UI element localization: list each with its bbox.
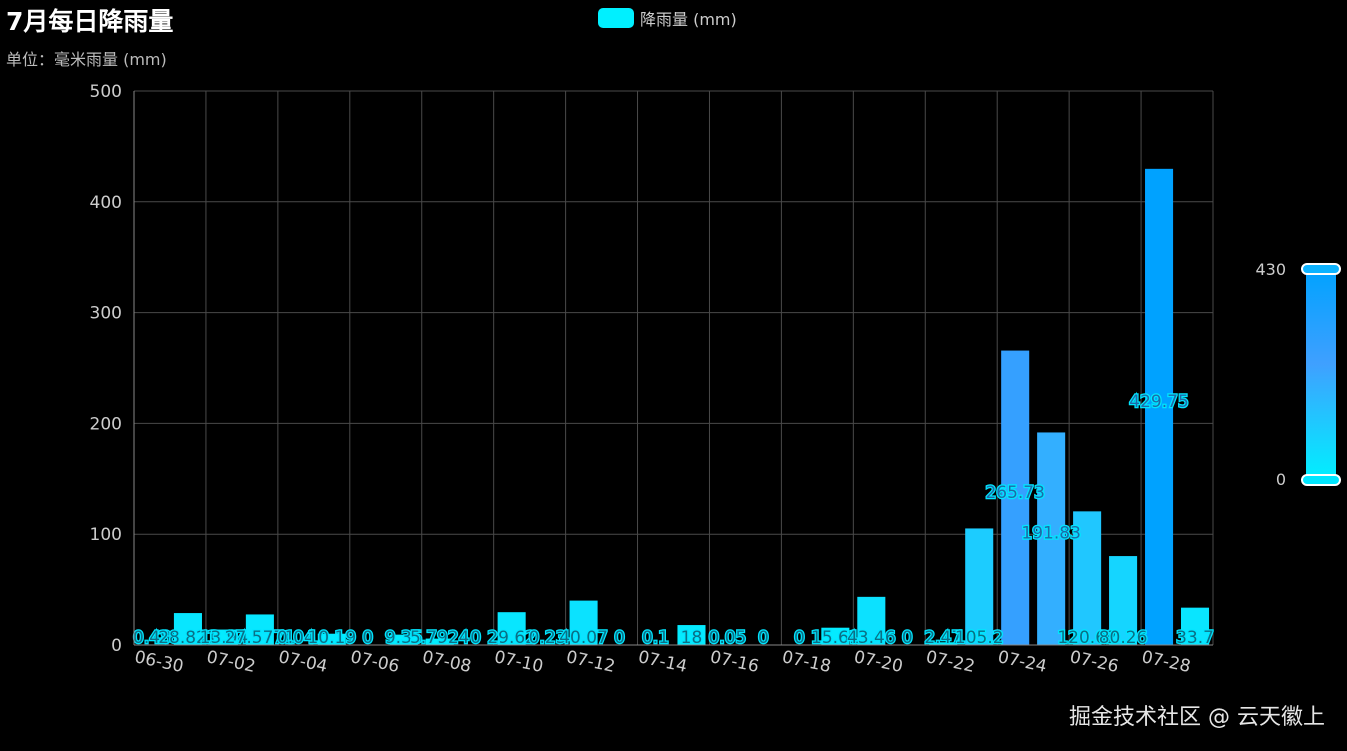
x-tick-label: 06-30 [133, 647, 185, 677]
bar-label: 429.75 [1129, 392, 1188, 412]
x-tick-label: 07-18 [780, 647, 832, 677]
bar-label: 265.73 [985, 483, 1044, 503]
y-tick-label: 0 [111, 636, 122, 656]
y-tick-label: 400 [90, 193, 122, 213]
bar-label: 191.83 [1021, 524, 1080, 544]
x-tick-label: 07-04 [277, 647, 329, 677]
x-tick-label: 07-28 [1140, 647, 1192, 677]
x-tick-label: 07-12 [564, 647, 616, 677]
x-tick-label: 07-26 [1068, 647, 1120, 677]
rainfall-bar-chart: 0.4828.82113.9427.57710.0410.19 0 9.355.79… [90, 82, 1341, 677]
y-tick-label: 200 [90, 414, 122, 434]
y-tick-label: 500 [90, 82, 122, 102]
x-tick-label: 07-24 [996, 647, 1048, 677]
y-tick-label: 100 [90, 525, 122, 545]
visual-map-bar[interactable] [1306, 269, 1336, 480]
visual-map-handle-bottom[interactable] [1301, 474, 1341, 486]
watermark: 掘金技术社区 @ 云天徽上 [1069, 705, 1325, 730]
x-tick-label: 07-02 [205, 647, 257, 677]
bars [137, 168, 1210, 645]
y-tick-label: 300 [90, 304, 122, 324]
x-tick-label: 07-16 [708, 647, 760, 677]
x-tick-label: 07-14 [636, 647, 688, 677]
x-tick-label: 07-10 [492, 647, 544, 677]
visual-map-max-label: 430 [1255, 260, 1286, 279]
visual-map-handle-top[interactable] [1301, 263, 1341, 275]
x-tick-label: 07-20 [852, 647, 904, 677]
x-tick-label: 07-08 [421, 647, 473, 677]
visual-map-min-label: 0 [1276, 470, 1286, 489]
visual-map[interactable]: 430 0 [1255, 260, 1341, 489]
x-tick-label: 07-06 [349, 647, 401, 677]
x-tick-label: 07-22 [924, 647, 976, 677]
